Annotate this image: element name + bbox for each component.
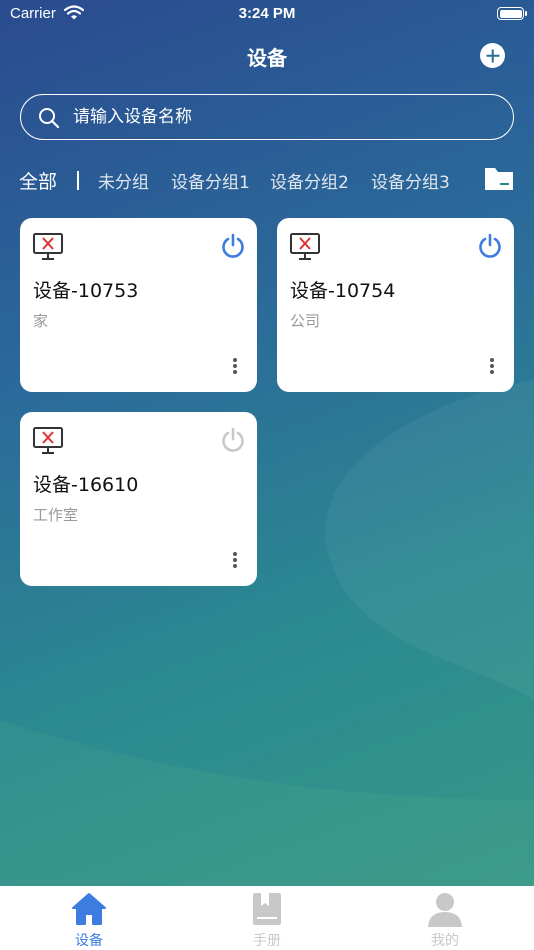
search-icon [39, 108, 60, 129]
device-name: 设备-10753 [33, 280, 139, 302]
home-icon [72, 893, 106, 925]
add-device-button[interactable] [480, 43, 505, 68]
search-bar[interactable] [20, 94, 514, 140]
tab-group-1[interactable]: 设备分组1 [171, 168, 250, 193]
bottom-tab-bar: 设备 手册 我的 [0, 886, 534, 950]
device-card[interactable]: 设备-10754 公司 [277, 218, 514, 392]
tab-group-2[interactable]: 设备分组2 [270, 168, 349, 193]
device-card[interactable]: 设备-10753 家 [20, 218, 257, 392]
tabbar-label: 我的 [431, 933, 459, 949]
group-tabs: 全部 未分组 设备分组1 设备分组2 设备分组3 [0, 165, 534, 195]
tabbar-item-manual[interactable]: 手册 [178, 886, 356, 950]
power-button-icon[interactable] [220, 233, 246, 259]
power-button-icon[interactable] [220, 427, 246, 453]
status-bar: Carrier 3:24 PM [0, 0, 534, 30]
device-name: 设备-16610 [33, 474, 139, 496]
search-input[interactable] [73, 103, 493, 131]
more-options-icon[interactable] [484, 356, 500, 376]
device-group: 工作室 [33, 506, 79, 524]
tab-divider [77, 171, 79, 190]
device-group: 公司 [290, 312, 321, 330]
device-name: 设备-10754 [290, 280, 396, 302]
tabbar-label: 手册 [253, 933, 281, 949]
monitor-offline-icon [33, 233, 63, 260]
power-button-icon[interactable] [477, 233, 503, 259]
person-icon [428, 893, 462, 927]
device-group: 家 [33, 312, 49, 330]
monitor-offline-icon [290, 233, 320, 260]
tab-group-3[interactable]: 设备分组3 [371, 168, 450, 193]
monitor-offline-icon [33, 427, 63, 454]
battery-icon [497, 7, 527, 20]
more-options-icon[interactable] [227, 550, 243, 570]
tabbar-item-me[interactable]: 我的 [356, 886, 534, 950]
tabbar-item-devices[interactable]: 设备 [0, 886, 178, 950]
folder-icon[interactable] [484, 167, 514, 191]
page-title: 设备 [247, 46, 287, 70]
device-card[interactable]: 设备-16610 工作室 [20, 412, 257, 586]
status-time: 3:24 PM [238, 5, 296, 22]
more-options-icon[interactable] [227, 356, 243, 376]
tabbar-label: 设备 [75, 933, 103, 949]
header: 设备 [0, 30, 534, 82]
tab-all[interactable]: 全部 [19, 167, 57, 194]
tab-ungrouped[interactable]: 未分组 [98, 168, 149, 193]
book-icon [253, 893, 281, 925]
